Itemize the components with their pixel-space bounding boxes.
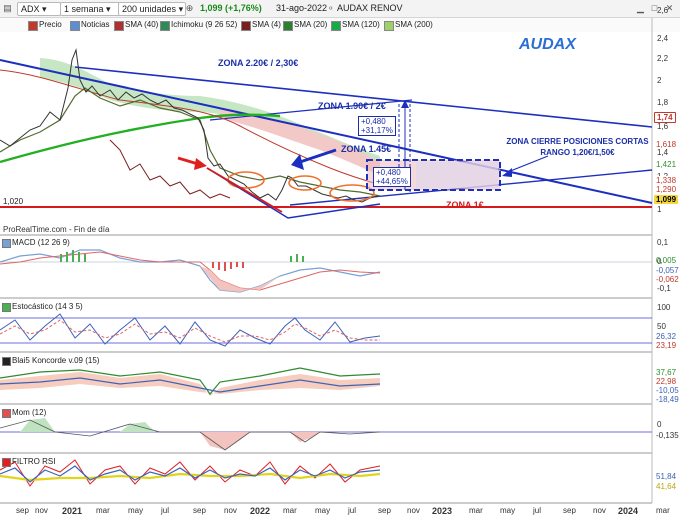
price-tick: 1,4 — [657, 148, 669, 157]
time-label: sep — [378, 506, 391, 515]
time-label: jul — [161, 506, 170, 515]
time-label: mar — [469, 506, 483, 515]
zona-cierre-line-1: ZONA CIERRE POSICIONES CORTAS — [506, 137, 649, 146]
stoch-d-line — [0, 319, 380, 343]
measure-box-2: +0,480 +44,65% — [373, 167, 411, 187]
stoch-tick: 50 — [657, 322, 666, 331]
rsi-tag: 41,64 — [656, 482, 677, 491]
koncorde-tag: 22,98 — [656, 377, 677, 386]
label-zona-cierre: ZONA CIERRE POSICIONES CORTAS RANGO 1,20… — [505, 136, 650, 158]
macd-tick: 0,1 — [657, 238, 669, 247]
source-label: ProRealTime.com - Fin de día — [3, 225, 110, 234]
red-arrow-icon — [177, 156, 199, 166]
red-arrow-head-icon — [194, 158, 207, 170]
panel-label-macd[interactable]: MACD (12 26 9) — [2, 238, 70, 248]
mom-line — [0, 419, 381, 451]
price-tick: 1 — [657, 205, 662, 214]
stoch-tag: 26,32 — [656, 332, 677, 341]
time-label: may — [500, 506, 516, 515]
label-zona-220: ZONA 2.20€ / 2,30€ — [218, 58, 299, 68]
time-label: may — [315, 506, 331, 515]
time-label: sep — [563, 506, 576, 515]
red-wedge-line — [206, 167, 283, 213]
koncorde-tag: 37,67 — [656, 368, 677, 377]
price-tag-current: 1,099 — [654, 195, 679, 204]
chart-title-audax: AUDAX — [519, 36, 576, 53]
macd-tick: -0,1 — [657, 284, 671, 293]
chart-canvas — [0, 18, 653, 504]
measure-box-1: +0,480 +31,17% — [358, 116, 396, 136]
stoch-k-line — [0, 313, 381, 347]
macd-tag: -0,057 — [656, 266, 679, 275]
time-label: nov — [224, 506, 237, 515]
time-label: sep — [193, 506, 206, 515]
macd-tag: 0,005 — [656, 256, 677, 265]
time-label: may — [128, 506, 144, 515]
chikou-line — [109, 139, 231, 199]
mom-tag: -0,135 — [656, 431, 679, 440]
panel-label-estocastico[interactable]: Estocástico (14 3 5) — [2, 302, 83, 312]
panel-label-filtro-rsi[interactable]: FILTRO RSI — [2, 457, 55, 467]
price-tick: 2,4 — [657, 34, 669, 43]
time-label: nov — [407, 506, 420, 515]
time-label-year: 2022 — [250, 506, 271, 516]
trendline-upper — [0, 59, 653, 204]
panel-label-mom[interactable]: Mom (12) — [2, 408, 46, 418]
time-label: jul — [533, 506, 542, 515]
stoch-tag: 23,19 — [656, 341, 677, 350]
zona-cierre-line-2: RANGO 1,20€/1,50€ — [540, 148, 615, 157]
time-label: nov — [35, 506, 48, 515]
macd-swatch — [2, 239, 11, 248]
price-tick: 1,8 — [657, 98, 669, 107]
time-label: sep — [16, 506, 29, 515]
zona-cierre-fill — [416, 162, 498, 188]
time-label-year: 2024 — [618, 506, 639, 516]
panel-label-koncorde[interactable]: Blai5 Koncorde v.09 (15) — [2, 356, 99, 366]
price-tick: 2,6 — [657, 6, 669, 15]
rsi-tag: 51,84 — [656, 472, 677, 481]
measure-box-2-pct: +44,65% — [376, 177, 408, 186]
label-zona-190: ZONA 1.90€ / 2€ — [318, 101, 386, 111]
price-tag: 1,338 — [654, 176, 679, 185]
price-tag: 1,618 — [654, 140, 679, 149]
macd-tag: -0,062 — [656, 275, 679, 284]
price-tag: 1,290 — [654, 185, 679, 194]
time-label-year: 2021 — [62, 506, 83, 516]
rsi-swatch — [2, 458, 11, 467]
measure-box-1-delta: +0,480 — [361, 117, 386, 126]
koncorde-tag: -10,05 — [656, 386, 679, 395]
mom-tick: 0 — [657, 420, 662, 429]
measure-box-1-pct: +31,17% — [361, 126, 393, 135]
mom-negative-fill — [200, 432, 320, 450]
time-label: mar — [96, 506, 110, 515]
measure-box-2-delta: +0,480 — [376, 168, 401, 177]
label-zona-145: ZONA 1.45€ — [341, 144, 392, 154]
time-label: nov — [593, 506, 606, 515]
price-tag: 1,421 — [654, 160, 679, 169]
blue-arrow-icon — [299, 148, 337, 164]
price-tick: 2 — [657, 76, 662, 85]
callout-arrow-head-icon — [502, 168, 512, 177]
koncorde-swatch — [2, 357, 11, 366]
price-tick: 1,6 — [657, 122, 669, 131]
koncorde-tag: -18,49 — [656, 395, 679, 404]
stoch-swatch — [2, 303, 11, 312]
time-label: mar — [656, 506, 670, 515]
time-label-year: 2023 — [432, 506, 453, 516]
price-tick: 2,2 — [657, 54, 669, 63]
triangle-pattern — [206, 167, 381, 219]
callout-arrow — [507, 155, 549, 173]
mom-swatch — [2, 409, 11, 418]
price-tag-sma: 1,74 — [654, 112, 676, 123]
sma-40-line — [0, 69, 386, 187]
label-zona-1: ZONA 1€ — [446, 200, 484, 210]
time-label: jul — [348, 506, 357, 515]
time-label: mar — [283, 506, 297, 515]
level-1020-label: 1,020 — [3, 197, 24, 206]
stoch-tick: 100 — [657, 303, 671, 312]
